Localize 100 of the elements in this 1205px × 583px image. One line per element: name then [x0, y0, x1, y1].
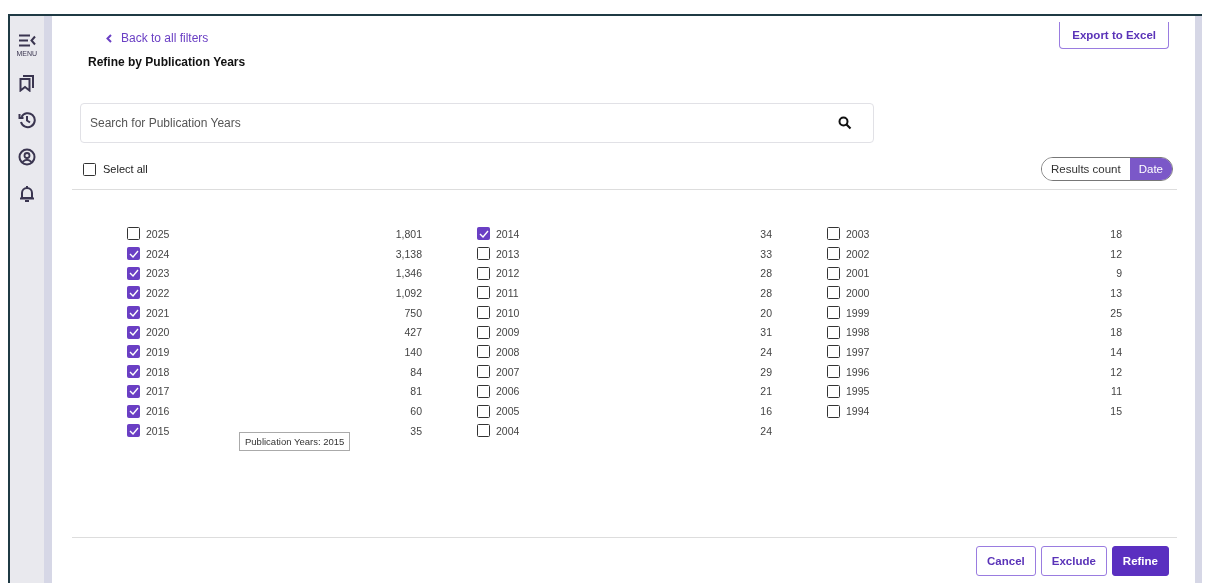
result-count: 28 [759, 267, 772, 280]
result-count: 20 [759, 306, 772, 319]
checkbox[interactable] [477, 286, 490, 300]
checkbox[interactable] [477, 404, 490, 418]
checkbox[interactable] [127, 306, 140, 320]
year-label: 2003 [846, 227, 871, 240]
result-count: 18 [1109, 227, 1122, 240]
year-label: 2011 [496, 286, 520, 299]
checkbox[interactable] [127, 365, 140, 379]
checkbox[interactable] [827, 365, 840, 379]
result-count: 24 [759, 424, 772, 437]
year-label: 2019 [146, 345, 171, 358]
result-count: 12 [1109, 365, 1122, 378]
result-count: 15 [1109, 405, 1122, 418]
year-label: 2005 [496, 405, 521, 418]
checkbox[interactable] [477, 325, 490, 339]
checkbox[interactable] [477, 424, 490, 438]
year-label: 2024 [146, 247, 171, 260]
year-label: 1995 [846, 385, 871, 398]
checkbox[interactable] [827, 286, 840, 300]
result-count: 35 [409, 424, 422, 437]
history-icon[interactable] [17, 111, 36, 129]
year-label: 1996 [846, 365, 871, 378]
checkbox[interactable] [127, 227, 140, 241]
checkbox[interactable] [827, 345, 840, 359]
result-count: 140 [403, 345, 422, 358]
footer-button[interactable]: Refine [1111, 546, 1169, 576]
checkbox[interactable] [127, 325, 140, 339]
result-count: 750 [403, 306, 422, 319]
page-title: Refine by Publication Years [88, 55, 247, 69]
search-field[interactable]: Search for Publication Years [80, 103, 874, 143]
year-label: 1997 [846, 345, 871, 358]
result-count: 1,092 [394, 286, 422, 299]
year-label: 2012 [496, 267, 521, 280]
checkbox[interactable] [827, 384, 840, 398]
year-label: 2017 [146, 385, 171, 398]
result-count: 13 [1109, 286, 1122, 299]
year-label: 2015 [146, 424, 171, 437]
chevron-left-icon [106, 33, 112, 43]
year-label: 2004 [496, 424, 521, 437]
checkbox[interactable] [827, 247, 840, 261]
result-count: 84 [409, 365, 422, 378]
checkbox[interactable] [827, 227, 840, 241]
result-count: 9 [1115, 267, 1122, 280]
result-count: 14 [1109, 345, 1122, 358]
result-count: 18 [1109, 326, 1122, 339]
checkbox[interactable] [127, 424, 140, 438]
checkbox[interactable] [827, 306, 840, 320]
result-count: 31 [759, 326, 772, 339]
checkbox[interactable] [477, 306, 490, 320]
result-count: 24 [759, 345, 772, 358]
year-label: 2014 [496, 227, 521, 240]
checkbox[interactable] [827, 404, 840, 418]
result-count: 11 [1110, 385, 1122, 398]
checkbox[interactable] [477, 384, 490, 398]
back-link[interactable]: Back to all filters [106, 31, 209, 45]
checkbox[interactable] [477, 227, 490, 241]
year-label: 1998 [846, 326, 871, 339]
footer-button[interactable]: Exclude [1040, 546, 1107, 576]
year-label: 2018 [146, 365, 171, 378]
checkbox[interactable] [477, 247, 490, 261]
checkbox[interactable] [127, 345, 140, 359]
result-count: 1,801 [394, 227, 422, 240]
result-count: 16 [759, 405, 772, 418]
result-count: 12 [1109, 247, 1122, 260]
result-count: 81 [409, 385, 422, 398]
year-label: 2021 [146, 306, 171, 319]
checkbox[interactable] [127, 384, 140, 398]
bookmarks-icon[interactable] [18, 74, 35, 92]
year-label: 2009 [496, 326, 521, 339]
year-label: 2000 [846, 286, 871, 299]
checkbox[interactable] [477, 345, 490, 359]
result-count: 21 [759, 385, 772, 398]
year-label: 2020 [146, 326, 171, 339]
year-label: 2013 [496, 247, 521, 260]
year-label: 2010 [496, 306, 521, 319]
year-label: 2002 [846, 247, 871, 260]
checkbox[interactable] [83, 162, 96, 176]
checkbox[interactable] [827, 325, 840, 339]
checkbox[interactable] [477, 266, 490, 280]
checkbox[interactable] [827, 266, 840, 280]
year-label: 2016 [146, 405, 171, 418]
checkbox[interactable] [127, 286, 140, 300]
tooltip: Publication Years: 2015 [239, 432, 351, 451]
year-label: 2008 [496, 345, 521, 358]
checkbox[interactable] [127, 247, 140, 261]
year-label: 2025 [146, 227, 171, 240]
sort-option[interactable]: Date [1129, 158, 1172, 180]
result-count: 25 [1109, 306, 1122, 319]
footer-button[interactable]: Cancel [976, 546, 1036, 576]
year-label: 2023 [146, 267, 171, 280]
year-label: 2006 [496, 385, 521, 398]
profile-icon[interactable] [17, 148, 36, 166]
bell-icon[interactable] [18, 185, 35, 203]
checkbox[interactable] [477, 365, 490, 379]
checkbox[interactable] [127, 266, 140, 280]
result-count: 3,138 [394, 247, 422, 260]
checkbox[interactable] [127, 404, 140, 418]
export-button[interactable]: Export to Excel [1059, 22, 1169, 49]
year-label: 2001 [846, 267, 871, 280]
